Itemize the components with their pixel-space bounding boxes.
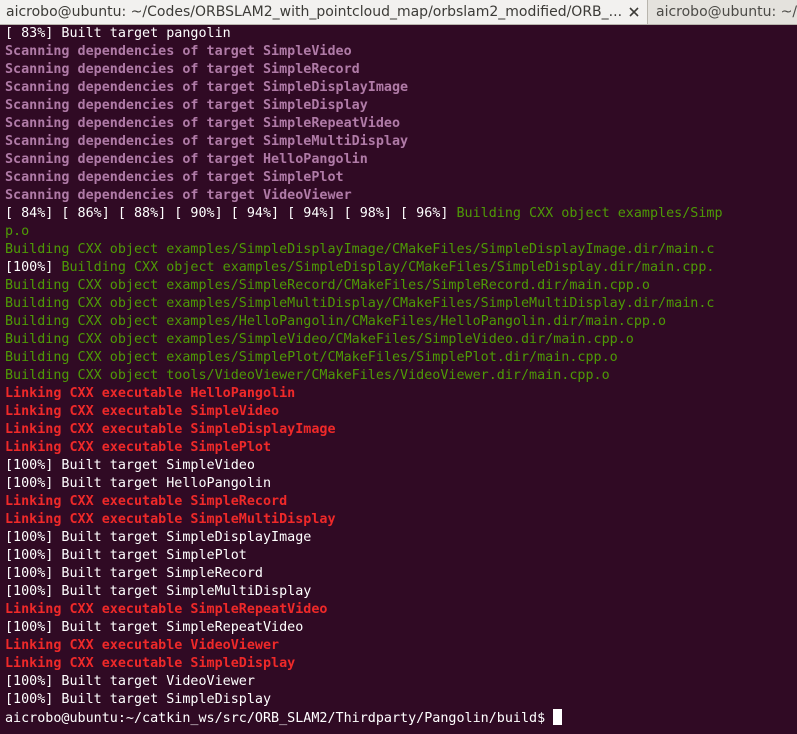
terminal-line: Scanning dependencies of target SimpleRe… xyxy=(5,61,797,79)
terminal-line: [100%] Built target SimpleMultiDisplay xyxy=(5,583,797,601)
terminal-text: Linking CXX executable SimpleDisplayImag… xyxy=(5,422,336,437)
terminal-text: Linking CXX executable SimpleRecord xyxy=(5,494,288,509)
terminal-text: Scanning dependencies of target SimpleVi… xyxy=(5,44,352,59)
terminal-line: [100%] Built target HelloPangolin xyxy=(5,475,797,493)
tab-title: aicrobo@ubuntu: ~/Codes/ORBSLAM2_with_po… xyxy=(6,4,623,20)
terminal-text: Linking CXX executable HelloPangolin xyxy=(5,386,296,401)
terminal-text: Scanning dependencies of target SimpleDi… xyxy=(5,80,409,95)
shell-prompt: aicrobo@ubuntu:~/catkin_ws/src/ORB_SLAM2… xyxy=(5,711,554,726)
tab-inactive[interactable]: aicrobo@ubuntu: ~/c xyxy=(648,0,797,24)
terminal-line: Linking CXX executable SimplePlot xyxy=(5,439,797,457)
terminal-line: Building CXX object examples/SimpleMulti… xyxy=(5,295,797,313)
shell-prompt-line[interactable]: aicrobo@ubuntu:~/catkin_ws/src/ORB_SLAM2… xyxy=(5,709,797,727)
terminal-line: [100%] Built target SimpleDisplay xyxy=(5,691,797,709)
terminal-text: Scanning dependencies of target SimpleMu… xyxy=(5,134,409,149)
terminal-line: Linking CXX executable SimpleDisplayImag… xyxy=(5,421,797,439)
terminal-line: [ 84%] [ 86%] [ 88%] [ 90%] [ 94%] [ 94%… xyxy=(5,205,797,223)
terminal-line: Scanning dependencies of target SimpleVi… xyxy=(5,43,797,61)
terminal-text: Scanning dependencies of target HelloPan… xyxy=(5,152,368,167)
terminal-line: Linking CXX executable SimpleRecord xyxy=(5,493,797,511)
terminal-text: Building CXX object examples/SimpleDispl… xyxy=(5,242,715,257)
terminal-text: [100%] Built target SimpleRepeatVideo xyxy=(5,620,304,635)
terminal-text: Building CXX object examples/SimpleMulti… xyxy=(5,296,715,311)
terminal-text: [ 84%] [ 86%] [ 88%] [ 90%] [ 94%] [ 94%… xyxy=(5,206,457,221)
terminal-line: [100%] Built target SimpleRepeatVideo xyxy=(5,619,797,637)
terminal-line: Linking CXX executable SimpleRepeatVideo xyxy=(5,601,797,619)
text-cursor xyxy=(553,709,563,725)
terminal-text: Scanning dependencies of target SimpleRe… xyxy=(5,62,360,77)
terminal-text: Building CXX object examples/Simp xyxy=(456,206,723,221)
terminal-text: Scanning dependencies of target SimpleDi… xyxy=(5,98,368,113)
terminal-line: Building CXX object tools/VideoViewer/CM… xyxy=(5,367,797,385)
terminal-line: Linking CXX executable SimpleVideo xyxy=(5,403,797,421)
tab-active[interactable]: aicrobo@ubuntu: ~/Codes/ORBSLAM2_with_po… xyxy=(0,0,648,24)
terminal-text: Building CXX object examples/SimpleDispl… xyxy=(61,260,715,275)
terminal-text: Linking CXX executable SimpleMultiDispla… xyxy=(5,512,336,527)
terminal-text: Building CXX object examples/HelloPangol… xyxy=(5,314,667,329)
terminal-line: Linking CXX executable HelloPangolin xyxy=(5,385,797,403)
terminal-line: Linking CXX executable SimpleMultiDispla… xyxy=(5,511,797,529)
terminal-tab-bar: aicrobo@ubuntu: ~/Codes/ORBSLAM2_with_po… xyxy=(0,0,797,25)
terminal-text: Building CXX object examples/SimpleRecor… xyxy=(5,278,650,293)
terminal-line: Scanning dependencies of target SimpleRe… xyxy=(5,115,797,133)
terminal-line: Scanning dependencies of target SimpleDi… xyxy=(5,97,797,115)
terminal-text: Building CXX object examples/SimplePlot/… xyxy=(5,350,618,365)
terminal-line: Linking CXX executable VideoViewer xyxy=(5,637,797,655)
terminal-line: Building CXX object examples/SimpleRecor… xyxy=(5,277,797,295)
terminal-line: [100%] Building CXX object examples/Simp… xyxy=(5,259,797,277)
terminal-text: Linking CXX executable SimpleRepeatVideo xyxy=(5,602,328,617)
terminal-text: [100%] xyxy=(5,260,62,275)
terminal-output[interactable]: [ 83%] Built target pangolin Scanning dep… xyxy=(5,25,797,727)
terminal-text: [100%] Built target VideoViewer xyxy=(5,674,255,689)
terminal-text: Linking CXX executable SimplePlot xyxy=(5,440,272,455)
terminal-line: [100%] Built target VideoViewer xyxy=(5,673,797,691)
terminal-text: p.o xyxy=(5,224,30,239)
terminal-text: [100%] Built target SimpleDisplayImage xyxy=(5,530,312,545)
terminal-text: Linking CXX executable VideoViewer xyxy=(5,638,280,653)
terminal-line: [100%] Built target SimplePlot xyxy=(5,547,797,565)
terminal-line: Scanning dependencies of target SimplePl… xyxy=(5,169,797,187)
terminal-line: Scanning dependencies of target HelloPan… xyxy=(5,151,797,169)
terminal-line: [100%] Built target SimpleVideo xyxy=(5,457,797,475)
terminal-text: [100%] Built target SimpleDisplay xyxy=(5,692,272,707)
terminal-text: Scanning dependencies of target SimpleRe… xyxy=(5,116,401,131)
terminal-text: [100%] Built target SimplePlot xyxy=(5,548,247,563)
terminal-line: Scanning dependencies of target VideoVie… xyxy=(5,187,797,205)
terminal-line: [100%] Built target SimpleRecord xyxy=(5,565,797,583)
terminal-line: Linking CXX executable SimpleDisplay xyxy=(5,655,797,673)
terminal-text: [ 83%] Built target pangolin xyxy=(5,26,231,41)
terminal-line: Building CXX object examples/HelloPangol… xyxy=(5,313,797,331)
terminal-line: [ 83%] Built target pangolin xyxy=(5,25,797,43)
terminal-line: Scanning dependencies of target SimpleMu… xyxy=(5,133,797,151)
terminal-text: Scanning dependencies of target SimplePl… xyxy=(5,170,344,185)
terminal-text: [100%] Built target HelloPangolin xyxy=(5,476,272,491)
terminal-text: [100%] Built target SimpleVideo xyxy=(5,458,255,473)
terminal-line: Scanning dependencies of target SimpleDi… xyxy=(5,79,797,97)
terminal-line: p.o xyxy=(5,223,797,241)
terminal-text: Scanning dependencies of target VideoVie… xyxy=(5,188,352,203)
close-icon[interactable] xyxy=(627,5,641,19)
tab-title: aicrobo@ubuntu: ~/c xyxy=(656,4,797,20)
terminal-text: Building CXX object examples/SimpleVideo… xyxy=(5,332,634,347)
terminal-text: Linking CXX executable SimpleVideo xyxy=(5,404,280,419)
terminal-text: [100%] Built target SimpleRecord xyxy=(5,566,263,581)
terminal-line: [100%] Built target SimpleDisplayImage xyxy=(5,529,797,547)
terminal-line: Building CXX object examples/SimplePlot/… xyxy=(5,349,797,367)
terminal-text: Linking CXX executable SimpleDisplay xyxy=(5,656,296,671)
terminal-text: Building CXX object tools/VideoViewer/CM… xyxy=(5,368,610,383)
terminal-line: Building CXX object examples/SimpleDispl… xyxy=(5,241,797,259)
terminal-text: [100%] Built target SimpleMultiDisplay xyxy=(5,584,312,599)
terminal-line: Building CXX object examples/SimpleVideo… xyxy=(5,331,797,349)
